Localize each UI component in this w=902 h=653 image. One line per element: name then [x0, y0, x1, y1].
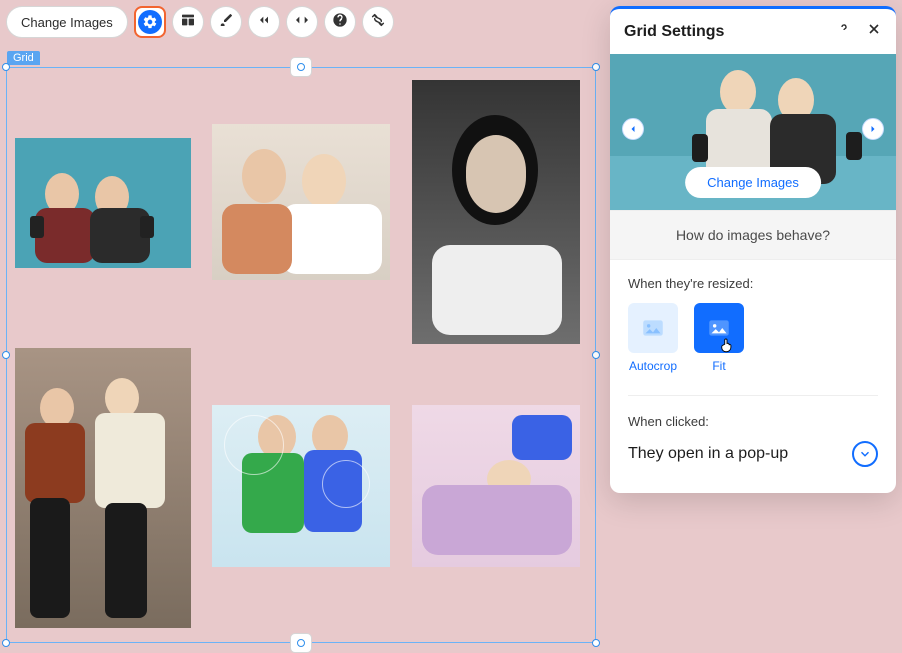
option-autocrop-label: Autocrop	[629, 359, 677, 373]
change-images-button[interactable]: Change Images	[6, 6, 128, 38]
clicked-dropdown[interactable]: They open in a pop-up	[628, 441, 878, 467]
grid-image[interactable]	[15, 138, 191, 268]
animation-button[interactable]	[248, 6, 280, 38]
divider	[628, 395, 878, 396]
option-autocrop[interactable]: Autocrop	[628, 303, 678, 373]
resize-handle[interactable]	[2, 639, 10, 647]
grid-image[interactable]	[212, 124, 390, 280]
panel-help-button[interactable]	[836, 21, 852, 42]
hero-prev-button[interactable]	[622, 118, 644, 140]
image-icon	[628, 303, 678, 353]
resize-handle[interactable]	[297, 63, 305, 71]
hero-change-images-button[interactable]: Change Images	[685, 167, 821, 198]
layout-icon	[180, 12, 196, 33]
resize-section: When they're resized: Autocrop Fit	[610, 260, 896, 391]
hero-change-images-label: Change Images	[707, 175, 799, 190]
grid-image[interactable]	[212, 405, 390, 567]
grid-image[interactable]	[412, 405, 580, 567]
selection-label: Grid	[7, 51, 40, 65]
behave-question: How do images behave?	[610, 210, 896, 260]
stretch-icon	[294, 12, 310, 33]
panel-hero: Change Images	[610, 54, 896, 210]
stretch-button[interactable]	[286, 6, 318, 38]
resize-handle[interactable]	[592, 63, 600, 71]
settings-button[interactable]	[134, 6, 166, 38]
resize-handle[interactable]	[2, 351, 10, 359]
grid-selection[interactable]: Grid	[6, 67, 596, 643]
toolbar: Change Images	[6, 6, 394, 38]
grid-settings-panel: Grid Settings Change Images How do image…	[610, 6, 896, 493]
design-button[interactable]	[210, 6, 242, 38]
panel-title: Grid Settings	[624, 23, 724, 41]
resize-handle[interactable]	[592, 351, 600, 359]
hero-next-button[interactable]	[862, 118, 884, 140]
image-icon	[694, 303, 744, 353]
resize-handle[interactable]	[297, 639, 305, 647]
help-icon	[332, 12, 348, 33]
resize-handle[interactable]	[592, 639, 600, 647]
swap-icon	[370, 12, 386, 33]
change-images-label: Change Images	[21, 15, 113, 30]
hand-cursor-icon	[718, 336, 736, 359]
grid-image[interactable]	[412, 80, 580, 344]
panel-header: Grid Settings	[610, 9, 896, 54]
double-chevron-left-icon	[256, 12, 272, 33]
resize-label: When they're resized:	[628, 276, 878, 291]
panel-close-button[interactable]	[866, 21, 882, 42]
resize-handle[interactable]	[2, 63, 10, 71]
help-button[interactable]	[324, 6, 356, 38]
brush-icon	[218, 12, 234, 33]
more-button[interactable]	[362, 6, 394, 38]
option-fit-label: Fit	[712, 359, 725, 373]
clicked-section: When clicked: They open in a pop-up	[610, 400, 896, 493]
gear-icon	[138, 10, 162, 34]
clicked-label: When clicked:	[628, 414, 878, 429]
option-fit[interactable]: Fit	[694, 303, 744, 373]
layout-button[interactable]	[172, 6, 204, 38]
grid-image[interactable]	[15, 348, 191, 628]
clicked-value: They open in a pop-up	[628, 445, 788, 463]
chevron-down-icon	[852, 441, 878, 467]
